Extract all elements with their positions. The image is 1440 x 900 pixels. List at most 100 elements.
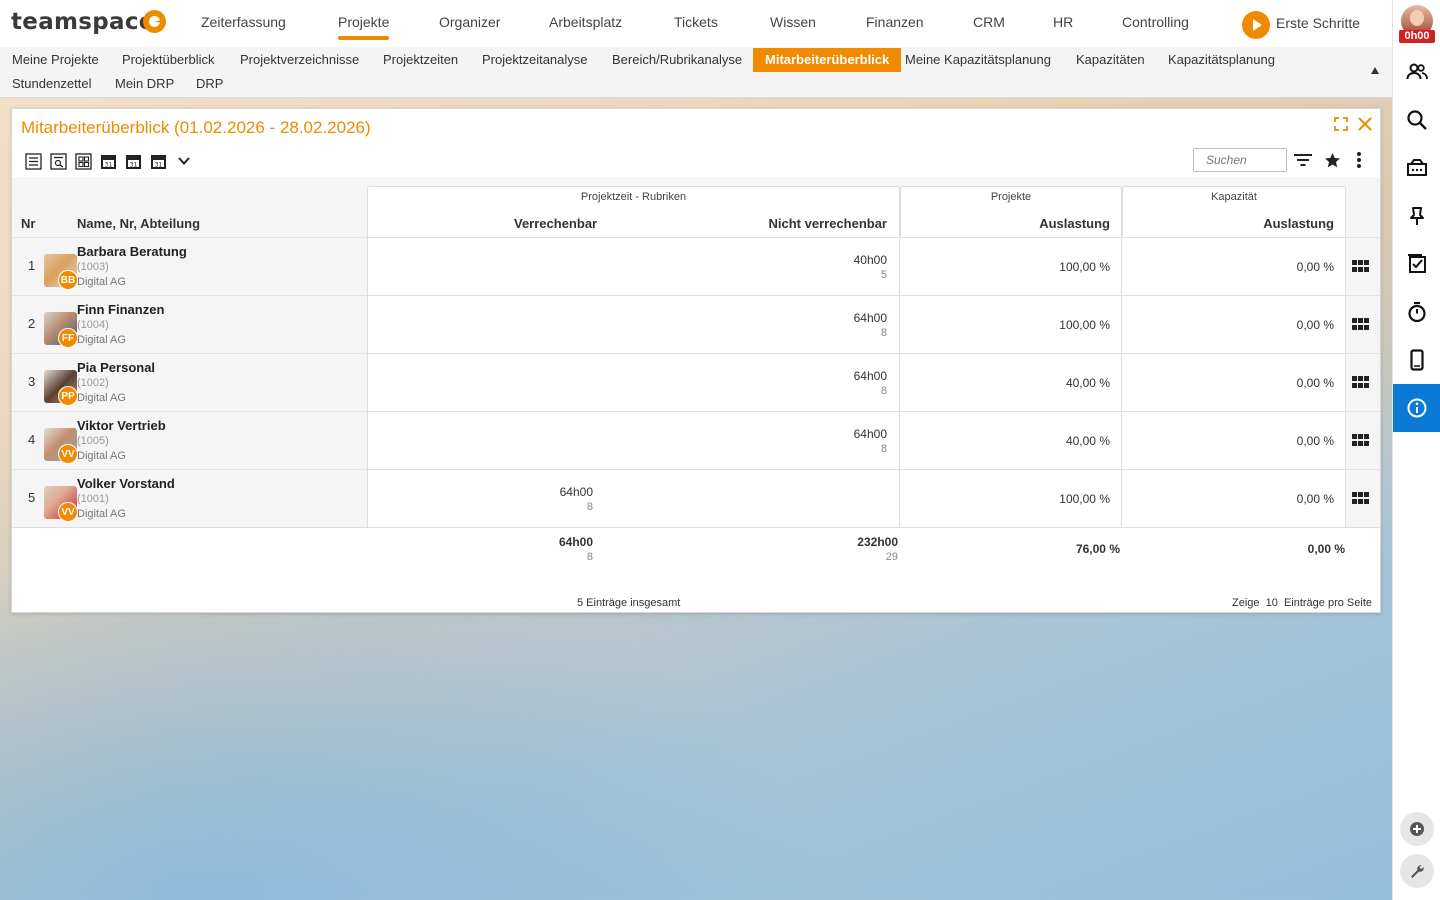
subnav-mein-drp[interactable]: Mein DRP (115, 72, 174, 96)
search-input[interactable] (1206, 153, 1274, 167)
header-auslastung-kapazitaet[interactable]: Auslastung (1263, 216, 1334, 231)
top-navigation: teamspace Zeiterfassung Projekte Organiz… (0, 0, 1392, 47)
detail-view-icon[interactable] (49, 152, 68, 171)
employee-id: (1004) (77, 319, 109, 331)
subnav-mitarbeiterueberblick[interactable]: Mitarbeiterüberblick (753, 48, 902, 72)
subnav-meine-projekte[interactable]: Meine Projekte (12, 48, 99, 72)
subnav-projektzeiten[interactable]: Projektzeiten (383, 48, 458, 72)
filter-icon[interactable] (1292, 149, 1314, 171)
more-vertical-icon[interactable] (1348, 149, 1370, 171)
row-number: 4 (28, 432, 36, 447)
employee-department: Digital AG (77, 508, 126, 520)
employee-name[interactable]: Pia Personal (77, 360, 155, 375)
subnav-drp[interactable]: DRP (196, 72, 223, 96)
subnav-projektverzeichnisse[interactable]: Projektverzeichnisse (240, 48, 359, 72)
calendar-week-icon[interactable]: 31 (124, 152, 143, 171)
header-auslastung-projekte[interactable]: Auslastung (1039, 216, 1110, 231)
list-view-icon[interactable] (24, 152, 43, 171)
header-name[interactable]: Name, Nr, Abteilung (77, 216, 200, 231)
window-title: Mitarbeiterüberblick (01.02.2026 - 28.02… (21, 118, 371, 137)
inbox-icon[interactable] (1393, 144, 1440, 192)
header-nicht-verrechenbar[interactable]: Nicht verrechenbar (769, 216, 888, 231)
total-auslastung-kapazitaet: 0,00 % (1307, 542, 1345, 556)
auslastung-kapazitaet: 0,00 % (1296, 318, 1334, 332)
nav-wissen[interactable]: Wissen (770, 14, 816, 30)
employee-name[interactable]: Barbara Beratung (77, 244, 187, 259)
wrench-icon[interactable] (1400, 854, 1434, 888)
nicht-verrechenbar-count: 5 (880, 269, 887, 281)
grid-menu-icon[interactable] (1352, 260, 1370, 272)
task-check-icon[interactable] (1393, 240, 1440, 288)
calendar-month-icon[interactable]: 31 (149, 152, 168, 171)
stopwatch-icon[interactable] (1393, 288, 1440, 336)
initials-badge: VV (58, 502, 78, 522)
play-icon[interactable] (1242, 11, 1270, 39)
add-circle-icon[interactable] (1400, 812, 1434, 846)
maximize-icon[interactable] (1334, 117, 1348, 136)
initials-badge: BB (58, 270, 78, 290)
users-icon[interactable] (1393, 48, 1440, 96)
auslastung-projekte: 100,00 % (1059, 260, 1110, 274)
first-steps-link[interactable]: Erste Schritte (1276, 15, 1360, 31)
subnav-stundenzettel[interactable]: Stundenzettel (12, 72, 92, 96)
table-row[interactable]: 2 FF Finn Finanzen (1004) Digital AG 64h… (12, 295, 1380, 353)
teamspace-logo[interactable]: teamspace (11, 9, 155, 35)
subnav-bereich-rubrikanalyse[interactable]: Bereich/Rubrikanalyse (612, 48, 742, 72)
search-field[interactable] (1193, 148, 1287, 172)
nav-zeiterfassung[interactable]: Zeiterfassung (201, 14, 286, 30)
auslastung-kapazitaet: 0,00 % (1296, 260, 1334, 274)
nav-hr[interactable]: HR (1053, 14, 1073, 30)
subnav-projektueberblick[interactable]: Projektüberblick (122, 48, 215, 72)
search-icon[interactable] (1393, 96, 1440, 144)
close-icon[interactable] (1358, 117, 1372, 136)
grid-menu-icon[interactable] (1352, 318, 1370, 330)
pin-icon[interactable] (1393, 192, 1440, 240)
nav-controlling[interactable]: Controlling (1122, 14, 1189, 30)
auslastung-projekte: 40,00 % (1065, 434, 1110, 448)
total-nicht-verrechenbar-count: 29 (885, 551, 898, 563)
table-row[interactable]: 4 VV Viktor Vertrieb (1005) Digital AG 6… (12, 411, 1380, 469)
subnav-kapazitaeten[interactable]: Kapazitäten (1076, 48, 1145, 72)
total-auslastung-projekte: 76,00 % (1075, 542, 1120, 556)
nav-tickets[interactable]: Tickets (674, 14, 718, 30)
star-icon[interactable] (1321, 149, 1343, 171)
auslastung-kapazitaet: 0,00 % (1296, 376, 1334, 390)
table-row[interactable]: 5 VV Volker Vorstand (1001) Digital AG 6… (12, 469, 1380, 527)
header-nr[interactable]: Nr (21, 216, 35, 231)
row-number: 2 (28, 316, 36, 331)
nav-crm[interactable]: CRM (973, 14, 1005, 30)
verrechenbar-hours: 64h00 (559, 485, 593, 499)
employee-name[interactable]: Viktor Vertrieb (77, 418, 166, 433)
employee-department: Digital AG (77, 334, 126, 346)
info-icon[interactable] (1393, 384, 1440, 432)
grid-menu-icon[interactable] (1352, 376, 1370, 388)
chevron-down-icon[interactable] (174, 152, 193, 171)
page-size-value[interactable]: 10 (1266, 597, 1278, 609)
grid-menu-icon[interactable] (1352, 492, 1370, 504)
employee-name[interactable]: Volker Vorstand (77, 476, 175, 491)
initials-badge: FF (58, 328, 78, 348)
calendar-day-icon[interactable]: 31 (99, 152, 118, 171)
employee-name[interactable]: Finn Finanzen (77, 302, 164, 317)
time-badge[interactable]: 0h00 (1399, 30, 1435, 43)
svg-text:31: 31 (130, 161, 138, 168)
nav-organizer[interactable]: Organizer (439, 14, 500, 30)
verrechenbar-count: 8 (586, 501, 593, 513)
grid-menu-icon[interactable] (1352, 434, 1370, 446)
subnav-projektzeitanalyse[interactable]: Projektzeitanalyse (482, 48, 588, 72)
nav-projekte[interactable]: Projekte (338, 14, 390, 40)
nav-arbeitsplatz[interactable]: Arbeitsplatz (549, 14, 622, 30)
employee-department: Digital AG (77, 392, 126, 404)
tile-view-icon[interactable] (74, 152, 93, 171)
mobile-icon[interactable] (1393, 336, 1440, 384)
nav-finanzen[interactable]: Finanzen (866, 14, 924, 30)
collapse-up-icon[interactable] (1371, 67, 1379, 74)
table-row[interactable]: 3 PP Pia Personal (1002) Digital AG 64h0… (12, 353, 1380, 411)
total-nicht-verrechenbar-hours: 232h00 (857, 535, 898, 549)
table-row[interactable]: 1 BB Barbara Beratung (1003) Digital AG … (12, 237, 1380, 295)
employee-id: (1001) (77, 493, 109, 505)
subnav-kapazitaetsplanung[interactable]: Kapazitätsplanung (1168, 48, 1275, 72)
header-verrechenbar[interactable]: Verrechenbar (514, 216, 597, 231)
page-size-control: Zeige 10 Einträge pro Seite (1232, 597, 1372, 609)
subnav-meine-kapazitaetsplanung[interactable]: Meine Kapazitätsplanung (905, 48, 1051, 72)
